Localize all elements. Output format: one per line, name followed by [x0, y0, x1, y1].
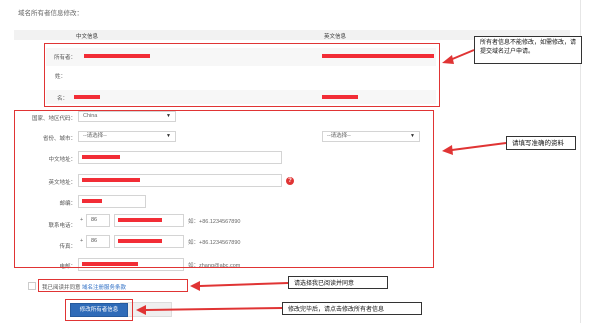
- submit-arrow-head: [136, 305, 146, 315]
- annotation-arrows: [136, 49, 507, 315]
- owner-arrow-head: [442, 55, 454, 64]
- agree-arrow-line: [199, 282, 289, 287]
- owner-arrow-line: [449, 49, 475, 61]
- agree-arrow-head: [190, 281, 200, 291]
- fill-arrow-head: [442, 145, 453, 155]
- fill-arrow-line: [451, 142, 507, 151]
- submit-arrow-line: [145, 307, 283, 311]
